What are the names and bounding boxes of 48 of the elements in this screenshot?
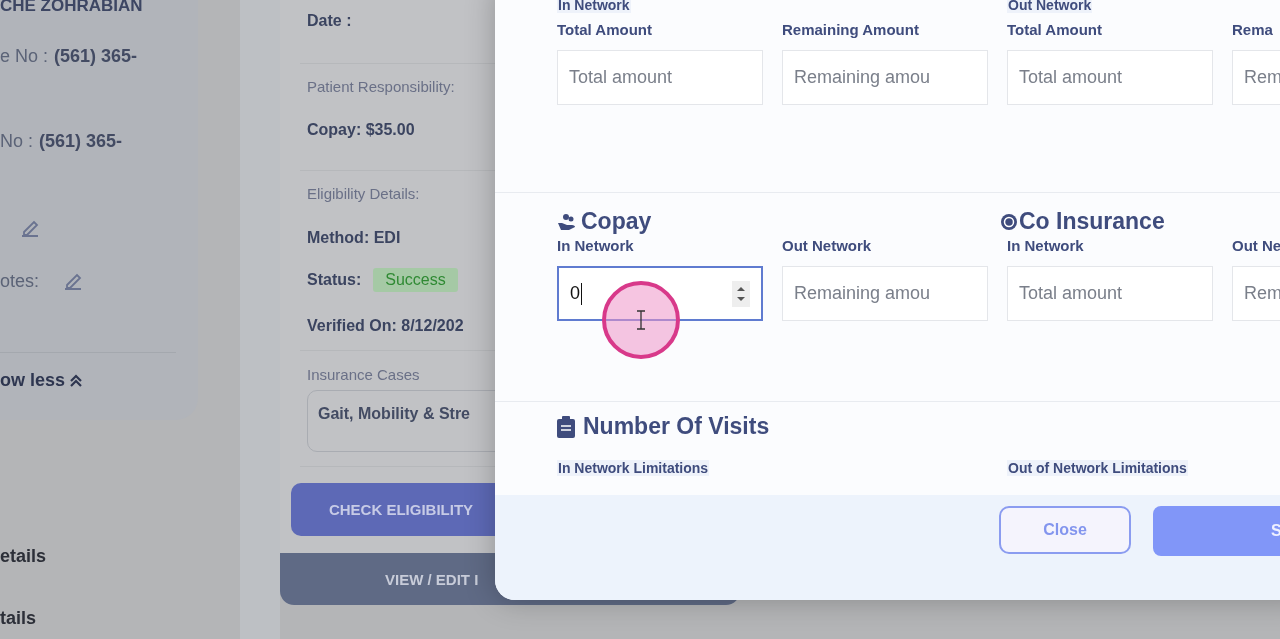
nav-item[interactable]: etails: [0, 546, 47, 567]
phone-value: (561) 365-: [54, 46, 138, 67]
field-label: In Network: [1007, 237, 1085, 254]
double-chevron-up-icon: [69, 373, 84, 388]
close-button[interactable]: Close: [999, 506, 1131, 554]
amount-field[interactable]: Remaining amou: [782, 266, 988, 321]
cases-label: Insurance Cases: [307, 366, 420, 383]
show-less-link[interactable]: ow less: [0, 370, 84, 391]
phone-label: No :: [0, 131, 33, 152]
amount-field[interactable]: Rem: [1232, 50, 1280, 105]
amount-field[interactable]: Total amount: [1007, 266, 1213, 321]
field-label: In Network: [557, 237, 635, 254]
copay-text: Copay: $35.00: [307, 121, 415, 139]
field-label: Out Ne: [1232, 237, 1280, 254]
verified-text: Verified On: 8/12/202: [307, 317, 464, 335]
date-label: Date :: [307, 12, 352, 30]
notes-label: otes:: [0, 270, 40, 292]
amount-field[interactable]: Total amount: [1007, 50, 1213, 105]
hand-coins-icon: [557, 211, 577, 232]
spinner-icon[interactable]: [732, 280, 750, 307]
section-label: Patient Responsibility:: [307, 78, 455, 95]
amount-field[interactable]: Remaining amou: [782, 50, 988, 105]
clipboard-icon: [557, 415, 575, 438]
phone-value: (561) 365-: [39, 131, 123, 152]
text-cursor-icon: [636, 310, 646, 330]
nav-item[interactable]: tails: [0, 608, 37, 629]
amount-field[interactable]: Rem: [1232, 266, 1280, 321]
field-label: Remaining Amount: [782, 21, 920, 38]
field-label: Rema: [1232, 21, 1274, 38]
group-label: Out Network: [1007, 0, 1093, 13]
section-label: Eligibility Details:: [307, 185, 420, 202]
field-label: Total Amount: [557, 21, 653, 38]
field-label: Out Network: [782, 237, 873, 254]
status-badge: Success: [373, 268, 458, 292]
group-label: In Network: [557, 0, 631, 13]
group-label: In Network Limitations: [557, 460, 710, 476]
section-title: Number Of Visits: [557, 413, 1280, 440]
method-text: Method: EDI: [307, 229, 401, 247]
status-label: Status:: [307, 271, 362, 289]
coin-icon: [1000, 212, 1018, 231]
section-title: Copay: [557, 208, 988, 235]
patient-name: CHE ZOHRABIAN: [0, 0, 143, 16]
amount-field[interactable]: Total amount: [557, 50, 763, 105]
phone-label: e No :: [0, 46, 49, 67]
field-label: Total Amount: [1007, 21, 1103, 38]
section-title: Co Insurance: [1000, 208, 1280, 235]
amount-field[interactable]: 0: [557, 266, 763, 321]
group-label: Out of Network Limitations: [1007, 460, 1188, 476]
